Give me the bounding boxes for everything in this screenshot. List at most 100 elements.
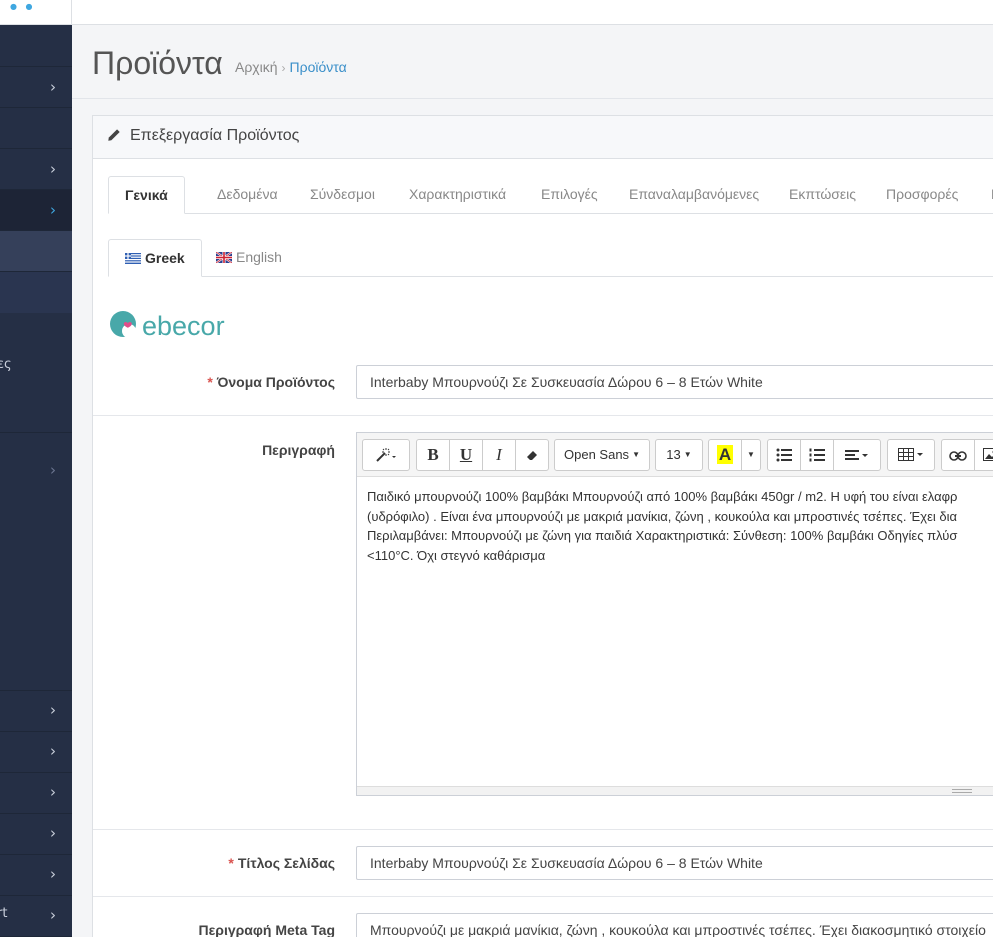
chevron-right-icon: › [50, 78, 56, 96]
brand-logo-mark: ebecor [110, 311, 225, 341]
tab-data[interactable]: Δεδομένα [201, 176, 294, 214]
meta-description-label: Περιγραφή Meta Tag [198, 922, 335, 937]
chevron-right-icon: › [50, 824, 56, 842]
logo-area[interactable]: ● ● [0, 0, 72, 25]
chevron-right-icon: › [50, 160, 56, 178]
clear-format-button[interactable] [515, 439, 549, 471]
breadcrumb-current-link[interactable]: Προϊόντα [290, 59, 347, 75]
table-icon [898, 448, 923, 461]
sidebar-subitem[interactable] [0, 272, 72, 313]
text-color-dropdown[interactable]: ▼ [741, 439, 761, 471]
magic-wand-icon [376, 448, 396, 462]
page-header: Προϊόντα Αρχική › Προϊόντα [72, 25, 993, 99]
sidebar-item[interactable]: ες [0, 313, 72, 433]
editor-line: Περιλαμβάνει: Μπουρνούζι με ζώνη για παι… [367, 528, 958, 543]
page-title-input[interactable]: Interbaby Μπουρνούζι Σε Συσκευασία Δώρου… [356, 846, 993, 880]
main-tabs: Γενικά Δεδομένα Σύνδεσμοι Χαρακτηριστικά… [108, 176, 993, 214]
text-color-value: A [716, 445, 734, 464]
english-flag-icon [216, 252, 232, 263]
resize-grip-icon [952, 789, 972, 793]
description-editor[interactable]: B U I Open Sans ▼ 13 ▼ A ▼ Παιδικό μπουρ… [356, 432, 993, 796]
sidebar-item[interactable]: › [0, 67, 72, 108]
greek-flag-icon [125, 253, 141, 264]
tab-lang-english-label: English [236, 249, 282, 265]
sidebar-item[interactable]: › [0, 433, 72, 691]
editor-toolbar: B U I Open Sans ▼ 13 ▼ A ▼ [357, 433, 993, 477]
tab-images[interactable]: Εικ [975, 176, 993, 214]
product-name-label: * Όνομα Προϊόντος [207, 374, 335, 390]
eraser-icon [527, 451, 537, 460]
language-tabs: Greek English [108, 239, 993, 277]
magic-wand-button[interactable] [362, 439, 410, 471]
align-left-icon [845, 450, 868, 460]
caret-down-icon: ▼ [747, 450, 755, 459]
chevron-right-icon: › [50, 783, 56, 801]
sidebar-item-catalog[interactable]: › [0, 190, 72, 231]
brand-logo-text: ebecor [142, 311, 225, 341]
divider [93, 896, 993, 897]
italic-button[interactable]: I [482, 439, 516, 471]
meta-description-input[interactable]: Μπουρνούζι με μακριά μανίκια, ζώνη , κου… [356, 913, 993, 937]
chevron-right-icon: › [50, 865, 56, 883]
chevron-right-icon: › [50, 201, 56, 219]
tab-general[interactable]: Γενικά [108, 176, 185, 214]
sidebar-item[interactable]: › [0, 855, 72, 896]
sidebar-item-label: rt [0, 906, 8, 921]
tab-recurring[interactable]: Επαναλαμβανόμενες [613, 176, 775, 214]
chevron-right-icon: › [50, 701, 56, 719]
sidebar: › › › ες › › › › › › rt › [0, 25, 72, 937]
chevron-right-icon: › [50, 906, 56, 924]
panel-title: Επεξεργασία Προϊόντος [130, 127, 300, 144]
logo-dots-icon: ● ● [10, 2, 36, 11]
ordered-list-button[interactable] [800, 439, 834, 471]
sidebar-item[interactable]: › [0, 773, 72, 814]
chevron-right-icon: › [50, 742, 56, 760]
sidebar-item[interactable]: rt › [0, 896, 72, 937]
top-header: ● ● [0, 0, 993, 25]
tab-specials[interactable]: Προσφορές [870, 176, 974, 214]
sidebar-subitem-products[interactable] [0, 231, 72, 272]
underline-button[interactable]: U [449, 439, 483, 471]
page-title-label-text: Τίτλος Σελίδας [237, 855, 335, 871]
sidebar-item[interactable] [0, 25, 72, 67]
tab-attributes[interactable]: Χαρακτηριστικά [393, 176, 522, 214]
page-title: Προϊόντα [92, 45, 223, 81]
font-size-value: 13 [666, 447, 681, 462]
sidebar-item[interactable]: › [0, 732, 72, 773]
edit-product-panel: Επεξεργασία Προϊόντος Γενικά Δεδομένα Σύ… [92, 115, 993, 937]
sidebar-item[interactable] [0, 108, 72, 149]
link-button[interactable] [941, 439, 975, 471]
image-button[interactable] [974, 439, 993, 471]
product-name-input[interactable]: Interbaby Μπουρνούζι Σε Συσκευασία Δώρου… [356, 365, 993, 399]
panel-heading: Επεξεργασία Προϊόντος [93, 116, 993, 159]
unordered-list-button[interactable] [767, 439, 801, 471]
sidebar-item[interactable]: › [0, 814, 72, 855]
sidebar-item[interactable]: › [0, 691, 72, 732]
breadcrumb-home-link[interactable]: Αρχική [235, 59, 278, 75]
tab-lang-english[interactable]: English [200, 239, 298, 277]
tab-discounts[interactable]: Εκπτώσεις [773, 176, 872, 214]
caret-down-icon: ▼ [632, 450, 640, 459]
paragraph-align-button[interactable] [833, 439, 881, 471]
text-color-button[interactable]: A [708, 439, 742, 471]
link-icon [949, 451, 967, 461]
breadcrumb: Αρχική › Προϊόντα [235, 59, 347, 75]
tab-options[interactable]: Επιλογές [525, 176, 614, 214]
sidebar-item[interactable]: › [0, 149, 72, 190]
editor-content[interactable]: Παιδικό μπουρνούζι 100% βαμβάκι Μπουρνού… [367, 487, 993, 565]
table-button[interactable] [887, 439, 935, 471]
editor-line: (υδρόφιλο) . Είναι ένα μπουρνούζι με μακ… [367, 508, 958, 524]
bold-button[interactable]: B [416, 439, 450, 471]
brand-logo: ebecor [109, 304, 234, 344]
font-family-select[interactable]: Open Sans ▼ [554, 439, 650, 471]
tab-links[interactable]: Σύνδεσμοι [294, 176, 391, 214]
tab-lang-greek-label: Greek [145, 250, 185, 266]
sidebar-item-label: ες [0, 357, 12, 372]
numbered-list-icon [809, 448, 825, 462]
font-size-select[interactable]: 13 ▼ [655, 439, 703, 471]
product-name-label-text: Όνομα Προϊόντος [216, 374, 335, 390]
chevron-right-icon: › [50, 461, 56, 479]
editor-resize-bar[interactable] [357, 786, 993, 795]
font-family-value: Open Sans [564, 447, 630, 462]
tab-lang-greek[interactable]: Greek [108, 239, 202, 277]
